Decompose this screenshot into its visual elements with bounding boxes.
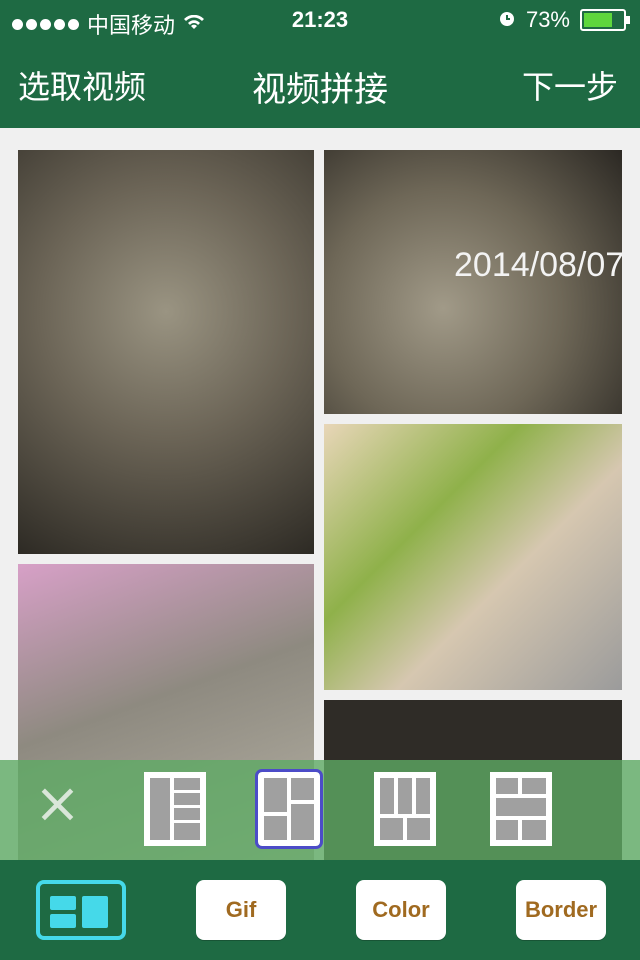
layout-option-4[interactable] [490, 772, 552, 846]
layout-mode-button[interactable] [36, 880, 126, 940]
video-tile-3[interactable] [324, 424, 622, 690]
layout-3-icon [380, 778, 430, 840]
layout-4-icon [496, 778, 546, 840]
bottom-bar: Gif Color Border [0, 860, 640, 960]
close-icon[interactable]: × [34, 776, 81, 832]
battery-icon [580, 9, 630, 31]
layout-1-icon [150, 778, 200, 840]
layout-option-3[interactable] [374, 772, 436, 846]
layout-option-1[interactable] [144, 772, 206, 846]
layout-toolbar: × [0, 760, 640, 860]
next-step-button[interactable]: 下一步 [522, 62, 618, 108]
gif-button[interactable]: Gif [196, 880, 286, 940]
video-tile-2[interactable]: 2014/08/07 [324, 150, 622, 414]
collage-grid: 2014/08/07 [0, 128, 640, 864]
border-button[interactable]: Border [516, 880, 606, 940]
status-bar: 中国移动 21:23 73% [0, 0, 640, 40]
status-right: 73% [498, 7, 630, 33]
video-tile-1[interactable] [18, 150, 314, 554]
nav-bar: 选取视频 视频拼接 下一步 [0, 40, 640, 128]
color-button[interactable]: Color [356, 880, 446, 940]
layout-option-2[interactable] [255, 769, 323, 849]
battery-percent: 73% [525, 7, 570, 32]
select-video-button[interactable]: 选取视频 [18, 62, 146, 108]
video-timestamp: 2014/08/07 [454, 246, 622, 284]
alarm-icon [498, 7, 516, 33]
layout-2-icon [264, 778, 314, 840]
